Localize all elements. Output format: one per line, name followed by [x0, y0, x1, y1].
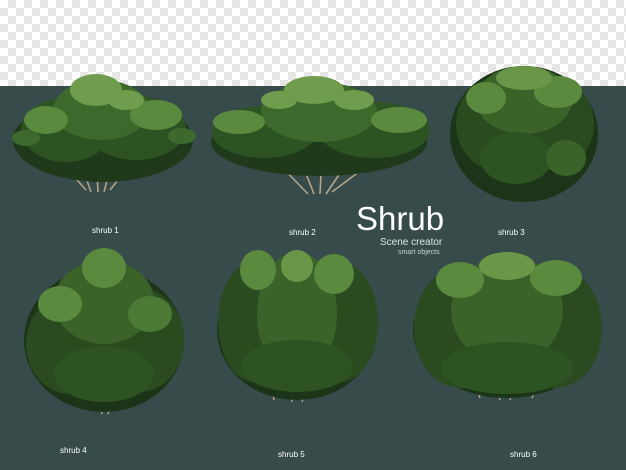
- title-text: Shrub: [356, 200, 445, 237]
- shrub-4-label: shrub 4: [60, 446, 87, 455]
- shrub-2-image: [211, 76, 430, 195]
- shrub-6-image: [413, 252, 602, 401]
- shrub-2-label: shrub 2: [289, 228, 316, 237]
- shrub-6-label: shrub 6: [510, 450, 537, 459]
- shrub-1-image: [12, 74, 196, 193]
- shrub-3-label: shrub 3: [498, 228, 525, 237]
- shrub-3-image: [450, 66, 598, 203]
- shrub-4-image: [24, 248, 184, 415]
- shrub-5-image: [217, 250, 378, 403]
- shrub-1-label: shrub 1: [92, 226, 119, 235]
- shrub-5-label: shrub 5: [278, 450, 305, 459]
